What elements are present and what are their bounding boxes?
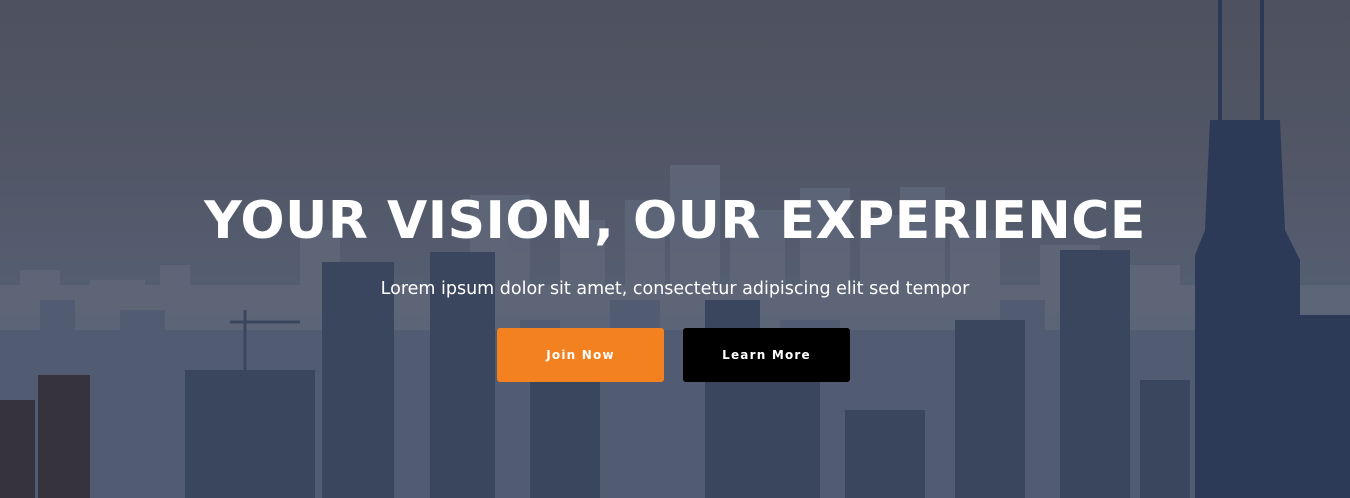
hero-title: YOUR VISION, OUR EXPERIENCE [204,191,1146,251]
learn-more-button[interactable]: Learn More [683,328,850,382]
hero-content: YOUR VISION, OUR EXPERIENCE Lorem ipsum … [0,0,1350,498]
hero-subtitle: Lorem ipsum dolor sit amet, consectetur … [380,279,970,299]
hero-section: YOUR VISION, OUR EXPERIENCE Lorem ipsum … [0,0,1350,498]
join-now-button[interactable]: Join Now [497,328,664,382]
